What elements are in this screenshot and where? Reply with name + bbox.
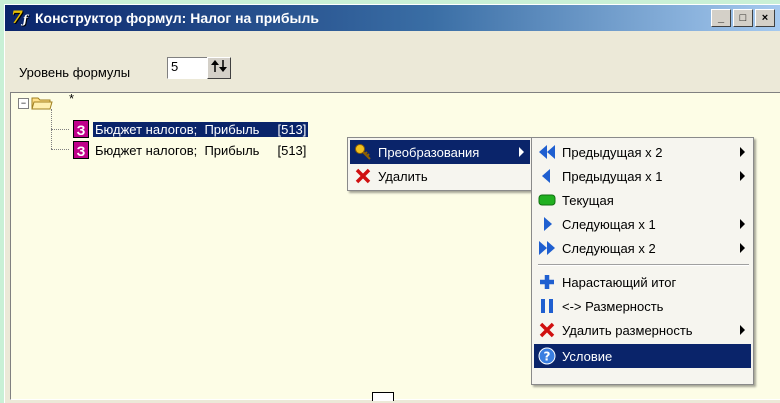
up-down-arrows-icon <box>211 60 227 72</box>
menu-item-dimension[interactable]: <-> Размерность <box>534 294 751 318</box>
submenu-arrow-icon <box>740 147 745 157</box>
maximize-button[interactable]: □ <box>733 9 753 27</box>
tree-node[interactable]: З Бюджет налогов; Прибыль [513] <box>73 141 308 159</box>
tree-node-label: Бюджет налогов; Прибыль [513] <box>95 142 307 158</box>
current-green-icon <box>538 191 556 209</box>
menu-item-previous-x1[interactable]: Предыдущая х 1 <box>534 164 751 188</box>
formula-node-icon: З <box>73 120 89 138</box>
plus-icon <box>538 273 556 291</box>
menu-item-previous-x2[interactable]: Предыдущая х 2 <box>534 140 751 164</box>
submenu-arrow-icon <box>740 325 745 335</box>
right-arrow-icon <box>538 215 556 233</box>
menu-item-next-x1[interactable]: Следующая х 1 <box>534 212 751 236</box>
menu-item-label: Следующая х 1 <box>562 216 656 232</box>
submenu-arrow-icon <box>519 147 524 157</box>
menu-item-label: Нарастающий итог <box>562 274 677 290</box>
menu-item-running-total[interactable]: Нарастающий итог <box>534 270 751 294</box>
double-right-arrow-icon <box>538 239 556 257</box>
menu-separator <box>538 264 749 266</box>
menu-item-label: Следующая х 2 <box>562 240 656 256</box>
menu-item-condition[interactable]: ? Условие <box>534 344 751 368</box>
tree-root-label: * <box>69 91 75 106</box>
title-bar[interactable]: 7ƒ Конструктор формул: Налог на прибыль … <box>5 5 780 31</box>
delete-x-icon <box>354 167 372 185</box>
resize-handle[interactable] <box>372 392 394 401</box>
level-input[interactable]: 5 <box>167 57 209 79</box>
menu-item-label: Удалить <box>378 168 428 184</box>
window-controls: _ □ × <box>711 9 775 27</box>
submenu-arrow-icon <box>740 243 745 253</box>
context-menu: Преобразования Удалить <box>347 137 533 191</box>
menu-item-label: Текущая <box>562 192 614 208</box>
window-title: Конструктор формул: Налог на прибыль <box>35 10 319 26</box>
menu-item-label: Преобразования <box>378 144 480 160</box>
delete-x-icon <box>538 321 556 339</box>
menu-item-label: Удалить размерность <box>562 322 693 338</box>
transformations-submenu: Предыдущая х 2 Предыдущая х 1 Текущая Сл… <box>531 137 754 385</box>
menu-item-label: Условие <box>562 348 613 364</box>
level-toolbar: Уровень формулы 5 <box>5 31 780 95</box>
close-button[interactable]: × <box>755 9 775 27</box>
double-left-arrow-icon <box>538 143 556 161</box>
tree-node-label: Бюджет налогов; Прибыль [513] <box>93 121 309 137</box>
level-spinner-button[interactable] <box>207 57 231 79</box>
tree-connector <box>51 149 69 150</box>
level-label: Уровень формулы <box>19 65 131 80</box>
menu-item-label: Предыдущая х 1 <box>562 168 663 184</box>
tree-connector <box>51 129 69 130</box>
key-icon <box>354 143 372 161</box>
svg-text:?: ? <box>544 350 551 364</box>
submenu-arrow-icon <box>740 171 745 181</box>
menu-item-label: <-> Размерность <box>562 298 664 314</box>
menu-item-delete[interactable]: Удалить <box>350 164 530 188</box>
submenu-arrow-icon <box>740 219 745 229</box>
tree-node[interactable]: З Бюджет налогов; Прибыль [513] <box>73 120 309 138</box>
app-logo-icon: 7ƒ <box>11 8 28 28</box>
menu-item-transformations[interactable]: Преобразования <box>350 140 530 164</box>
pause-bars-icon <box>538 297 556 315</box>
menu-item-current[interactable]: Текущая <box>534 188 751 212</box>
left-arrow-icon <box>538 167 556 185</box>
minimize-button[interactable]: _ <box>711 9 731 27</box>
help-circle-icon: ? <box>538 347 556 365</box>
menu-item-next-x2[interactable]: Следующая х 2 <box>534 236 751 260</box>
collapse-toggle[interactable]: − <box>18 98 29 109</box>
formula-node-icon: З <box>73 141 89 159</box>
folder-icon <box>31 96 53 110</box>
menu-item-label: Предыдущая х 2 <box>562 144 663 160</box>
menu-item-remove-dimension[interactable]: Удалить размерность <box>534 318 751 342</box>
